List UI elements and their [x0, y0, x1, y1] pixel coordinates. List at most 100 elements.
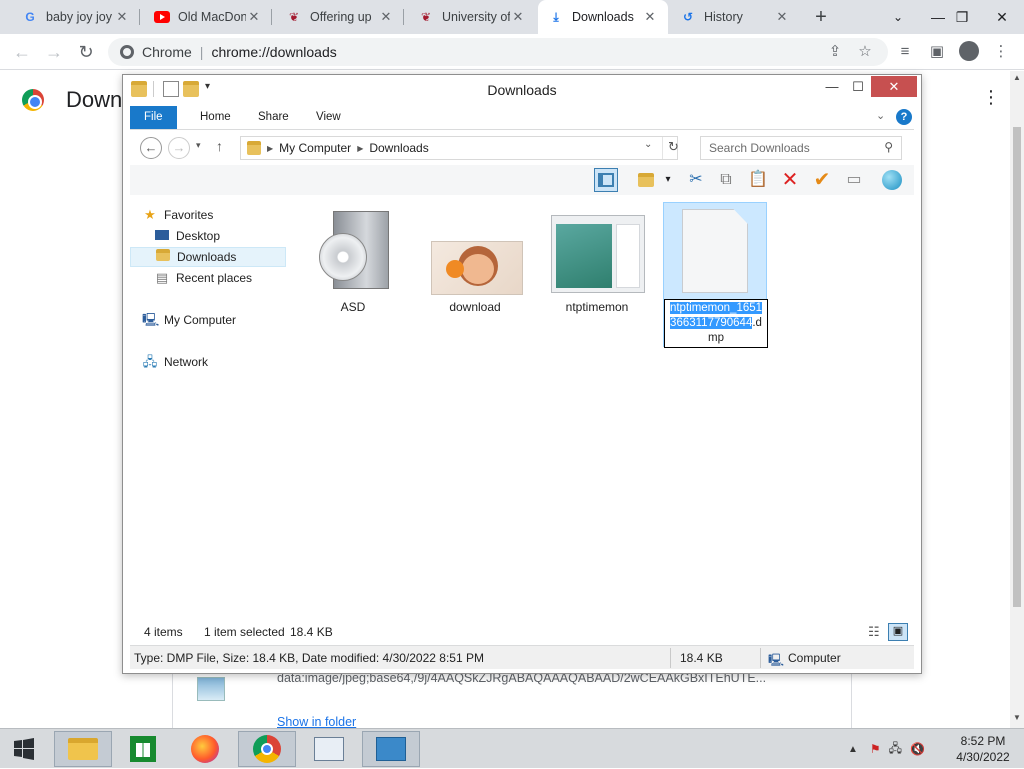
close-icon[interactable]: ✕ — [642, 9, 658, 25]
explorer-titlebar: ▾ Downloads — ☐ ✕ — [123, 75, 921, 105]
tab-university[interactable]: ❦ University of ✕ — [408, 0, 536, 34]
paste-icon[interactable]: 📋 — [746, 168, 770, 192]
help-icon[interactable]: ? — [896, 109, 912, 125]
expand-ribbon-icon[interactable]: ⌄ — [876, 109, 885, 122]
divider: | — [199, 44, 204, 60]
cut-icon[interactable]: ✂ — [684, 168, 708, 192]
network-globe-icon[interactable] — [880, 168, 904, 192]
volume-muted-icon[interactable]: 🔇 — [910, 742, 925, 756]
new-tab-button[interactable]: + — [808, 4, 834, 30]
university-logo-icon: ❦ — [288, 10, 300, 24]
tab-search-icon[interactable]: ⌄ — [878, 0, 918, 34]
chrome-icon[interactable] — [238, 731, 296, 767]
side-panel-icon[interactable]: ▣ — [926, 41, 948, 63]
up-icon[interactable]: ↑ — [216, 138, 223, 154]
file-item-download[interactable]: download — [423, 203, 527, 348]
copy-icon[interactable]: ⧉ — [714, 168, 738, 192]
show-in-folder-link[interactable]: Show in folder — [277, 715, 356, 729]
restore-icon[interactable]: ❐ — [942, 0, 982, 34]
nav-recent-places[interactable]: ▤ Recent places — [154, 268, 286, 288]
preview-pane-icon[interactable] — [594, 168, 618, 192]
close-icon[interactable]: ✕ — [378, 9, 394, 25]
computer-icon: 🖳 — [142, 312, 160, 327]
back-button[interactable]: ← — [8, 38, 36, 66]
chrome-menu-icon[interactable]: ⋮ — [990, 41, 1012, 63]
reload-button[interactable]: ↻ — [72, 38, 100, 66]
store-icon[interactable] — [114, 731, 172, 767]
back-icon[interactable]: ← — [140, 137, 162, 159]
address-bar[interactable]: Chrome | chrome://downloads — [108, 38, 888, 66]
clock[interactable]: 8:52 PM 4/30/2022 — [950, 733, 1016, 765]
details-view-icon[interactable]: ☷ — [868, 624, 880, 640]
rename-check-icon[interactable]: ✔ — [810, 168, 834, 192]
rename-textbox[interactable]: ntptimemon_16513663117790644.dmp — [664, 299, 768, 348]
firefox-icon[interactable] — [176, 731, 234, 767]
tab-title: baby joy joy — [46, 10, 113, 24]
nav-network[interactable]: 🖧 Network — [142, 352, 298, 372]
network-icon: 🖧 — [142, 354, 158, 369]
tab-history[interactable]: ↺ History ✕ — [670, 0, 800, 34]
delete-icon[interactable]: ✕ — [778, 168, 802, 192]
folder-options-icon[interactable] — [634, 168, 658, 192]
file-explorer-icon[interactable] — [54, 731, 112, 767]
tab-separator — [139, 9, 140, 25]
forward-icon[interactable]: → — [168, 137, 190, 159]
nav-downloads[interactable]: Downloads — [130, 247, 286, 267]
more-menu-icon[interactable]: ⋮ — [982, 87, 1000, 108]
file-item-ntptimemon[interactable]: ntptimemon — [545, 203, 649, 348]
app-window-icon — [551, 215, 645, 293]
tab-baby-joy-joy[interactable]: G baby joy joy ✕ — [12, 0, 140, 34]
scroll-down-icon[interactable]: ▼ — [1012, 713, 1022, 722]
maximize-icon[interactable]: ☐ — [843, 76, 873, 97]
share-icon[interactable]: ⇪ — [824, 41, 846, 63]
nav-my-computer[interactable]: 🖳 My Computer — [142, 310, 298, 330]
page-scrollbar[interactable]: ▲ ▼ — [1010, 71, 1024, 728]
close-icon[interactable]: ✕ — [774, 9, 790, 25]
tab-offering-up[interactable]: ❦ Offering up ✕ — [276, 0, 404, 34]
breadcrumb-downloads[interactable]: Downloads — [369, 141, 428, 155]
scrollbar-thumb[interactable] — [1013, 127, 1021, 607]
address-dropdown-icon[interactable]: ⌄ — [644, 139, 652, 150]
forward-button[interactable]: → — [40, 38, 68, 66]
properties-icon[interactable]: ▭ — [842, 168, 866, 192]
nav-desktop[interactable]: Desktop — [154, 226, 286, 246]
task-manager-icon[interactable] — [300, 731, 358, 767]
scroll-up-icon[interactable]: ▲ — [1012, 73, 1022, 82]
large-icons-view-icon[interactable]: ▣ — [888, 623, 908, 641]
taskbar: ▲ ⚑ 🖧 🔇 8:52 PM 4/30/2022 — [0, 728, 1024, 768]
selection-count: 1 item selected — [204, 625, 285, 639]
start-icon[interactable] — [0, 731, 48, 767]
chrome-icon — [120, 45, 134, 59]
tab-downloads[interactable]: ⤓ Downloads ✕ — [538, 0, 668, 34]
recent-locations-icon[interactable]: ▾ — [196, 140, 201, 151]
close-icon[interactable]: ✕ — [510, 9, 526, 25]
breadcrumb-my-computer[interactable]: My Computer — [279, 141, 351, 155]
show-hidden-icons-icon[interactable]: ▲ — [848, 744, 858, 755]
action-center-icon[interactable]: ⚑ — [870, 742, 881, 756]
refresh-icon[interactable]: ↻ — [662, 137, 684, 159]
file-name: ntptimemon — [565, 300, 629, 314]
tab-file[interactable]: File — [130, 106, 177, 129]
network-status-icon[interactable]: 🖧 — [889, 739, 902, 760]
file-item-asd[interactable]: ASD — [301, 203, 405, 348]
control-panel-icon[interactable] — [362, 731, 420, 767]
file-item-ntptimemon-dmp[interactable]: ntptimemon_16513663117790644.dmp — [663, 202, 768, 348]
tab-view[interactable]: View — [302, 106, 355, 129]
tab-home[interactable]: Home — [186, 106, 245, 129]
close-window-icon[interactable]: ✕ — [982, 0, 1022, 34]
breadcrumb[interactable]: ▶ My Computer ▶ Downloads — [240, 136, 678, 160]
media-queue-icon[interactable]: ≡ — [894, 41, 916, 63]
nav-label: My Computer — [164, 313, 237, 327]
close-icon[interactable]: ✕ — [871, 76, 917, 97]
close-icon[interactable]: ✕ — [246, 9, 262, 25]
tab-share[interactable]: Share — [244, 106, 303, 129]
tab-title: History — [704, 10, 743, 24]
bookmark-star-icon[interactable]: ☆ — [854, 41, 876, 63]
search-input[interactable]: Search Downloads ⚲ — [700, 136, 902, 160]
profile-avatar-icon[interactable] — [958, 41, 980, 63]
nav-favorites[interactable]: ★ Favorites — [142, 205, 298, 225]
tab-old-macdonald[interactable]: Old MacDon ✕ — [144, 0, 272, 34]
dropdown-icon[interactable]: ▾ — [656, 168, 680, 192]
close-icon[interactable]: ✕ — [114, 9, 130, 25]
download-icon: ⤓ — [553, 9, 559, 24]
